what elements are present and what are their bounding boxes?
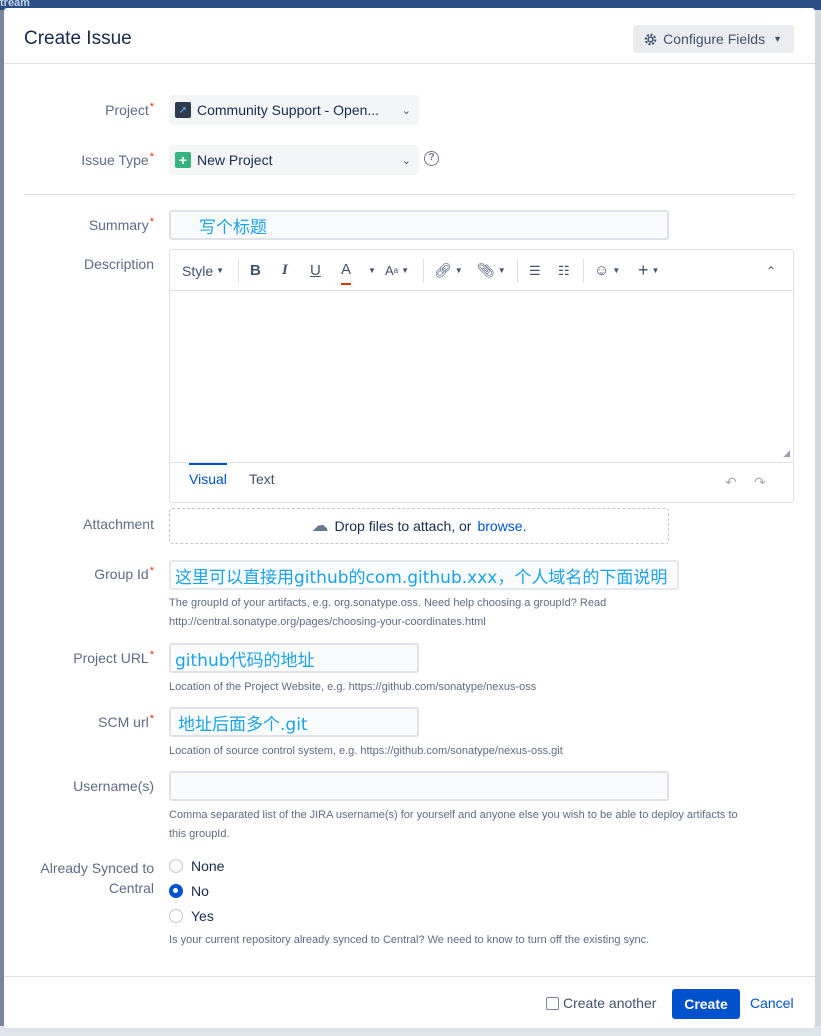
create-another-checkbox[interactable]: Create another <box>546 995 656 1011</box>
summary-label: Summary* <box>88 216 154 233</box>
editor-toolbar: Style ▼ B I U A ▼ Aa ▼ 🔗︎ ▼ 📎︎ ▼ ☰ ☷ ☺ ▼ + ▼ ⌃ <box>170 250 793 291</box>
link-icon[interactable]: 🔗︎ ▼ <box>434 250 463 291</box>
toolbar-separator <box>583 259 584 283</box>
group-id-hint: The groupId of your artifacts, e.g. org.… <box>169 597 607 628</box>
usernames-label: Username(s) <box>73 778 154 794</box>
summary-input[interactable]: 写个标题 <box>169 210 669 240</box>
dialog-header: Create Issue Configure Fields ▼ <box>4 8 815 64</box>
resize-handle-icon[interactable]: ◢ <box>783 448 790 459</box>
chevron-down-icon: ▼ <box>773 34 782 44</box>
chevron-down-icon[interactable]: ▼ <box>365 250 376 291</box>
more-formatting-icon[interactable]: Aa ▼ <box>385 250 409 291</box>
project-select[interactable]: ➚ Community Support - Open... ⌄ <box>169 95 419 125</box>
configure-fields-label: Configure Fields <box>663 31 766 47</box>
radio-no[interactable]: No <box>169 883 209 899</box>
issue-type-label: Issue Type* <box>81 151 154 168</box>
numbered-list-icon[interactable]: ☷ <box>558 250 570 291</box>
project-url-label: Project URL* <box>73 649 154 666</box>
project-url-input[interactable]: github代码的地址 <box>169 643 419 673</box>
configure-fields-button[interactable]: Configure Fields ▼ <box>633 25 794 53</box>
create-button[interactable]: Create <box>672 989 740 1019</box>
description-textarea[interactable]: ◢ <box>170 292 793 462</box>
issue-type-value: New Project <box>197 152 273 168</box>
chevron-down-icon: ⌄ <box>401 104 411 117</box>
description-label: Description <box>83 256 154 272</box>
attachment-dropzone[interactable]: ☁ Drop files to attach, or browse. <box>169 508 669 544</box>
gear-icon <box>644 33 657 45</box>
tab-text[interactable]: Text <box>249 465 275 495</box>
editor-tabs: Visual Text ↶ ↷ <box>170 462 793 502</box>
toolbar-separator <box>517 259 518 283</box>
project-avatar-icon: ➚ <box>175 102 191 118</box>
chevron-down-icon: ⌄ <box>401 154 411 167</box>
radio-button[interactable] <box>169 909 183 923</box>
bold-icon[interactable]: B <box>250 250 261 291</box>
usernames-hint: Comma separated list of the JIRA usernam… <box>169 809 738 840</box>
already-synced-hint: Is your current repository already synce… <box>169 934 650 946</box>
radio-button-checked[interactable] <box>169 884 183 898</box>
project-value: Community Support - Open... <box>197 102 380 118</box>
radio-yes[interactable]: Yes <box>169 908 214 924</box>
radio-none[interactable]: None <box>169 858 224 874</box>
radio-button[interactable] <box>169 859 183 873</box>
attachment-label: Attachment <box>83 516 154 532</box>
project-label: Project* <box>105 101 154 118</box>
undo-icon[interactable]: ↶ <box>725 474 737 491</box>
usernames-input[interactable] <box>169 771 669 801</box>
attachment-icon[interactable]: 📎︎ ▼ <box>477 250 506 291</box>
create-issue-dialog: Create Issue Configure Fields ▼ Project*… <box>4 8 815 1028</box>
underline-icon[interactable]: U <box>310 250 321 291</box>
scm-url-hint: Location of source control system, e.g. … <box>169 745 563 757</box>
text-color-icon[interactable]: A <box>341 256 352 285</box>
plus-icon[interactable]: + ▼ <box>638 250 659 291</box>
toolbar-separator <box>423 259 424 283</box>
scm-url-label: SCM url* <box>98 713 154 730</box>
project-url-hint: Location of the Project Website, e.g. ht… <box>169 681 537 693</box>
cancel-link[interactable]: Cancel <box>750 995 794 1011</box>
help-icon[interactable]: ? <box>424 151 439 166</box>
collapse-icon[interactable]: ⌃ <box>766 250 776 291</box>
divider <box>24 194 795 195</box>
italic-icon[interactable]: I <box>282 250 288 291</box>
cloud-upload-icon: ☁ <box>311 516 329 535</box>
checkbox[interactable] <box>546 996 559 1010</box>
issue-type-select[interactable]: + New Project ⌄ <box>169 145 419 175</box>
group-id-label: Group Id* <box>94 565 154 582</box>
redo-icon[interactable]: ↷ <box>754 474 766 491</box>
toolbar-separator <box>238 259 239 283</box>
drop-text: Drop files to attach, or <box>334 518 472 534</box>
tab-visual[interactable]: Visual <box>189 463 227 493</box>
new-project-type-icon: + <box>175 152 191 168</box>
dialog-title: Create Issue <box>24 28 132 49</box>
style-dropdown[interactable]: Style ▼ <box>182 250 224 291</box>
already-synced-label: Already Synced to Central <box>40 860 154 896</box>
backdrop-side <box>815 10 821 1036</box>
group-id-input[interactable]: 这里可以直接用github的com.github.xxx，个人域名的下面说明 <box>169 560 679 590</box>
description-editor: Style ▼ B I U A ▼ Aa ▼ 🔗︎ ▼ 📎︎ ▼ ☰ ☷ ☺ ▼ + ▼ ⌃… <box>169 249 794 503</box>
dialog-footer: Create another Create Cancel <box>4 976 815 1028</box>
browse-link[interactable]: browse. <box>477 518 526 534</box>
bullet-list-icon[interactable]: ☰ <box>529 250 541 291</box>
emoji-icon[interactable]: ☺ ▼ <box>594 250 620 291</box>
scm-url-input[interactable]: 地址后面多个.git <box>169 707 419 737</box>
